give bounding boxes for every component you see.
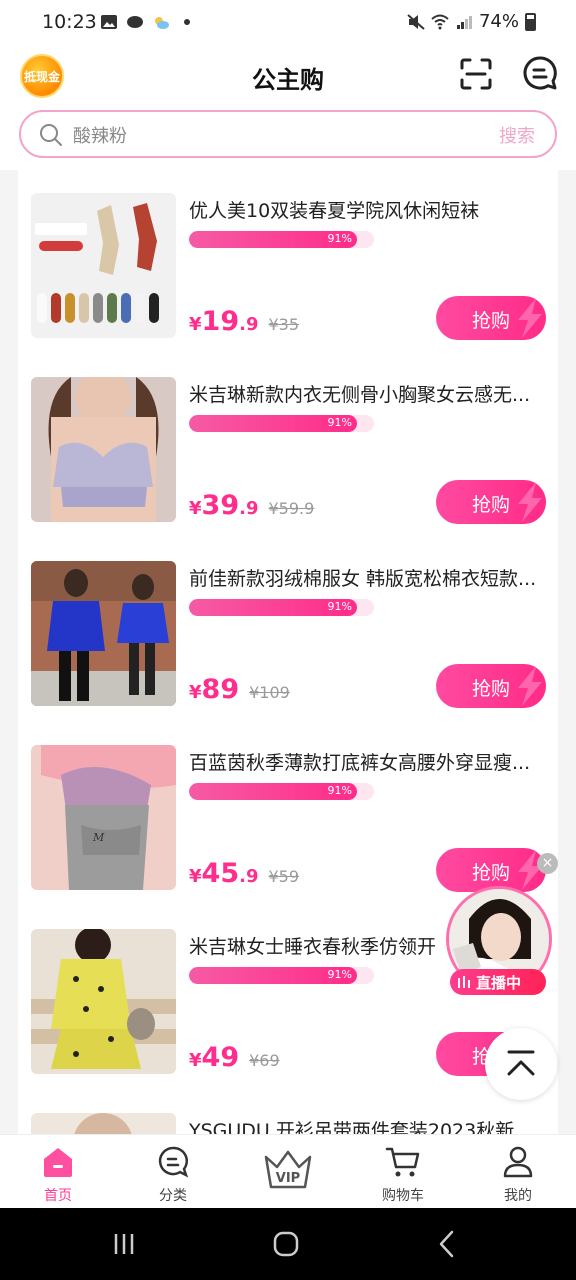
product-title[interactable]: 优人美10双装春夏学院风休闲短袜 [189,196,549,223]
original-price: ¥59.9 [268,499,315,518]
product-title[interactable]: 百蓝茵秋季薄款打底裤女高腰外穿显瘦... [189,748,549,775]
svg-text:M: M [92,831,105,844]
mute-icon [407,13,425,30]
price: ¥39.9 ¥59.9 [189,490,315,521]
product-title[interactable]: 前佳新款羽绒棉服女 韩版宽松棉衣短款... [189,564,549,591]
buy-now-button[interactable]: 抢购 [436,480,546,524]
search-icon [40,124,62,146]
product-title[interactable]: 米吉琳新款内衣无侧骨小胸聚女云感无... [189,380,549,407]
sales-progress-bar: 91% [189,783,374,800]
buy-now-button[interactable]: 抢购 [436,296,546,340]
scan-icon[interactable] [458,56,494,92]
buy-now-button[interactable]: 抢购 [436,848,546,892]
buy-now-button[interactable]: 抢购 [436,664,546,708]
product-image[interactable] [31,929,176,1074]
back-to-top-icon [507,1050,535,1076]
cart-icon [385,1147,420,1177]
product-title[interactable]: YSGUDU 开衫吊带两件套装2023秋新 [189,1116,549,1134]
live-badge[interactable]: 直播中 [450,969,546,995]
progress-label: 91% [327,416,352,429]
system-navigation-bar [0,1208,576,1280]
original-price: ¥59 [268,867,300,886]
price: ¥89 ¥109 [189,674,290,705]
battery-icon [525,12,536,31]
nav-home[interactable]: 首页 [13,1135,103,1209]
category-icon [158,1146,189,1178]
product-image[interactable] [31,561,176,706]
product-card[interactable]: 米吉琳新款内衣无侧骨小胸聚女云感无... 91% ¥39.9 ¥59.9 抢购 [18,354,558,538]
back-to-top-button[interactable] [485,1028,557,1100]
product-card[interactable]: YSGUDU 开衫吊带两件套装2023秋新 [18,1090,558,1134]
progress-label: 91% [327,600,352,613]
product-image[interactable] [31,193,176,338]
search-button[interactable]: 搜索 [499,122,535,148]
home-icon [44,1148,72,1177]
battery-percent: 74% [478,11,519,32]
product-image[interactable] [31,377,176,522]
product-card[interactable]: M 百蓝茵秋季薄款打底裤女高腰外穿显瘦... 91% ¥45.9 ¥59 抢购 [18,722,558,906]
home-button-icon[interactable] [270,1228,302,1260]
back-icon[interactable] [432,1228,464,1260]
original-price: ¥69 [249,1051,280,1070]
progress-label: 91% [327,232,352,245]
price: ¥45.9 ¥59 [189,858,300,889]
search-input[interactable]: 酸辣粉 [73,122,127,148]
nav-cart[interactable]: 购物车 [358,1135,448,1209]
status-bar: 10:23 74% [0,0,576,46]
status-time: 10:23 [42,11,97,33]
sales-progress-bar: 91% [189,599,374,616]
progress-label: 91% [327,968,352,981]
nav-profile[interactable]: 我的 [473,1135,563,1209]
dot-icon [184,19,190,25]
nav-category[interactable]: 分类 [128,1135,218,1209]
sales-progress-bar: 91% [189,415,374,432]
weather-icon [155,17,169,29]
message-icon[interactable] [521,54,559,92]
product-image[interactable]: M [31,745,176,890]
recent-apps-icon[interactable] [108,1228,140,1260]
sales-progress-bar: 91% [189,967,374,984]
app-header: 抵现金 公主购 酸辣粉 搜索 [0,46,576,170]
price: ¥19.9 ¥35 [189,306,300,337]
nav-vip[interactable]: VIP [243,1135,333,1209]
search-bar[interactable]: 酸辣粉 搜索 [19,110,557,158]
svg-text:VIP: VIP [276,1171,300,1186]
vip-crown-icon: VIP [264,1150,312,1189]
price: ¥49 ¥69 [189,1042,280,1073]
progress-label: 91% [327,784,352,797]
original-price: ¥109 [249,683,290,702]
product-card[interactable]: 前佳新款羽绒棉服女 韩版宽松棉衣短款... 91% ¥89 ¥109 抢购 [18,538,558,722]
product-image[interactable] [31,1113,176,1134]
close-live-button[interactable]: × [537,853,558,874]
wifi-icon [431,14,449,29]
profile-icon [503,1146,533,1178]
chat-bubble-icon [127,16,143,28]
sales-progress-bar: 91% [189,231,374,248]
signal-icon [456,15,472,29]
live-bars-icon [458,976,470,988]
gallery-icon [101,15,117,29]
notification-icons [100,14,196,30]
bottom-navigation: 首页 分类 VIP 购物车 我的 [0,1134,576,1208]
product-card[interactable]: 优人美10双装春夏学院风休闲短袜 91% ¥19.9 ¥35 抢购 [18,170,558,354]
original-price: ¥35 [268,315,300,334]
